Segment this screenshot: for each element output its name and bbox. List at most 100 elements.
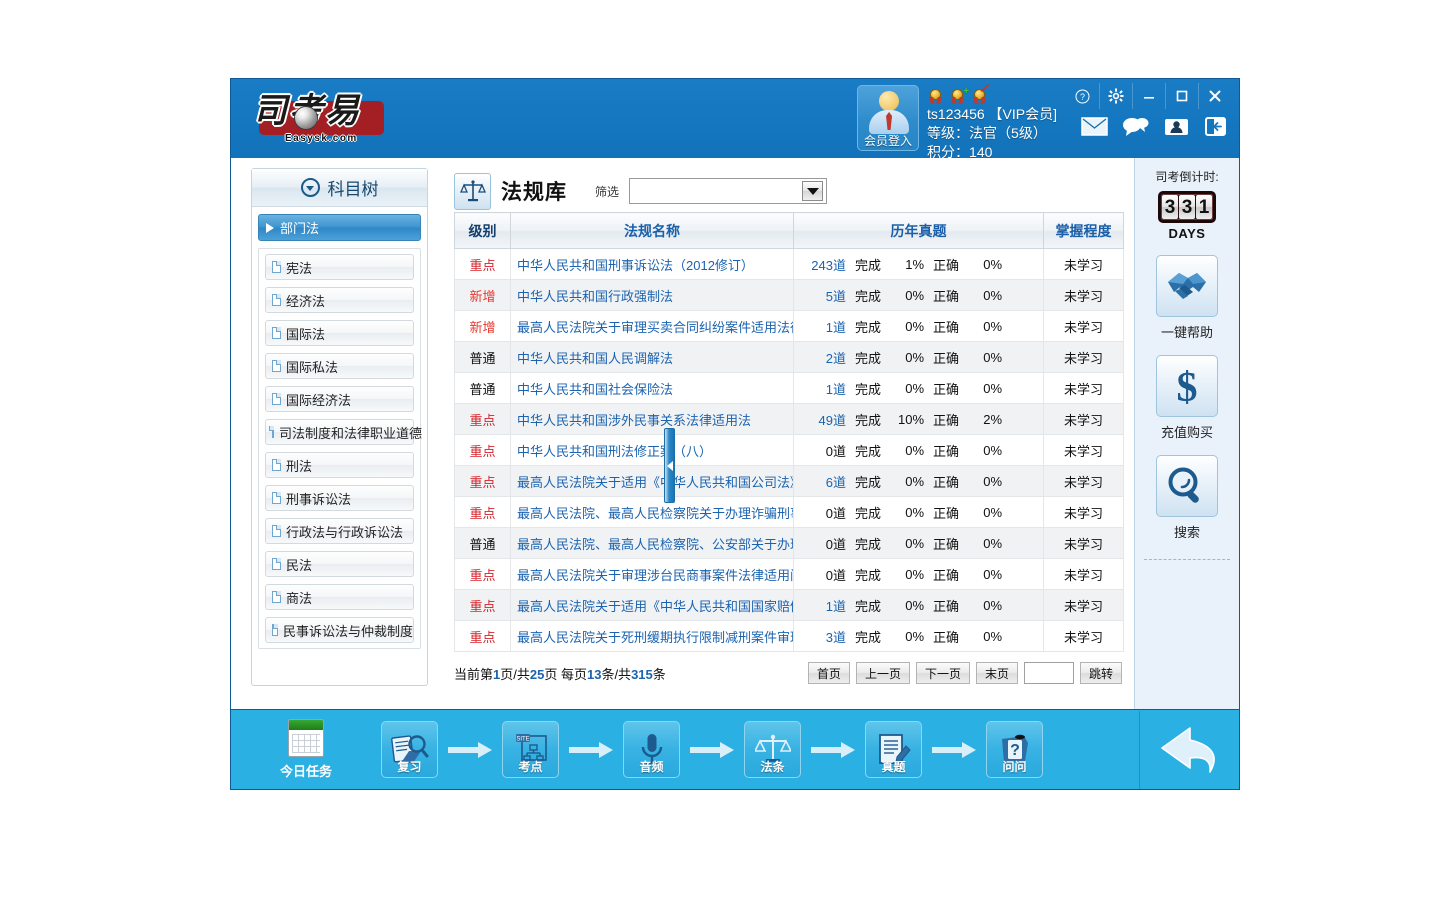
document-icon [272,360,281,372]
step-audio-button[interactable]: 音频 [623,721,680,778]
table-row[interactable]: 新增 最高人民法院关于审理买卖合同纠纷案件适用法律问题 1道完成 0% 正确 0% 未学习 [454,310,1124,342]
table-row[interactable]: 重点 最高人民法院关于适用《中华人民共和国公司法》若干 6道完成 0% 正确 0% 未学习 [454,465,1124,497]
sidebar-item-economic-law[interactable]: 经济法 [265,287,414,313]
question-count[interactable]: 1道 [800,379,846,398]
correct-percent: 0% [983,504,1003,520]
chat-icon[interactable] [1122,116,1149,138]
table-row[interactable]: 普通 最高人民法院、最高人民检察院、公安部关于办理侵犯 0道完成 0% 正确 0% 未学习 [454,527,1124,559]
sidebar-group-departmental-law[interactable]: 部门法 [258,214,421,241]
law-name-link[interactable]: 最高人民法院、最高人民检察院关于办理诈骗刑事案件 [517,506,793,521]
next-page-button[interactable]: 下一页 [915,662,970,684]
column-header-name[interactable]: 法规名称 [510,212,794,249]
mail-icon[interactable] [1081,116,1108,138]
column-header-quiz[interactable]: 历年真题 [793,212,1044,249]
law-name-link[interactable]: 最高人民法院关于审理买卖合同纠纷案件适用法律问题 [517,320,793,335]
last-page-button[interactable]: 末页 [975,662,1018,684]
law-name-link[interactable]: 中华人民共和国人民调解法 [517,351,673,366]
settings-button[interactable] [1099,83,1132,109]
law-name-link[interactable]: 中华人民共和国社会保险法 [517,382,673,397]
law-name-link[interactable]: 中华人民共和国刑法修正案（八） [517,444,712,459]
logo-pearl [295,107,317,129]
level-badge: 重点 [469,505,496,521]
page-info-mid3: 条/共 [601,666,632,682]
sidebar-collapse-handle[interactable] [664,428,675,503]
sidebar-item-international-economic-law[interactable]: 国际经济法 [265,386,414,412]
minimize-button[interactable] [1132,83,1165,109]
member-login-button[interactable]: 会员登入 [857,85,920,151]
recharge-purchase-action[interactable]: $ 充值购买 [1156,355,1218,441]
sidebar-item-civil-law[interactable]: 民法 [265,551,414,577]
table-row[interactable]: 重点 中华人民共和国涉外民事关系法律适用法 49道 完成 10% 正确 2% 未学习 [454,403,1124,435]
question-count[interactable]: 1道 [800,596,846,615]
sidebar-item-criminal-law[interactable]: 刑法 [265,452,414,478]
contacts-icon[interactable] [1163,116,1190,138]
done-label: 完成 [855,443,882,459]
sidebar-item-constitution[interactable]: 宪法 [265,254,414,280]
table-row[interactable]: 新增 中华人民共和国行政强制法 5道 完成 0% 正确 0% 未学习 [454,279,1124,311]
document-icon [272,492,281,504]
done-percent: 0% [905,380,925,396]
logout-icon[interactable] [1204,116,1231,138]
one-key-help-action[interactable]: 一键帮助 [1156,255,1218,341]
question-count[interactable]: 2道 [800,348,846,367]
question-count[interactable]: 5道 [800,286,846,305]
cell-past-exams: 1道 完成 0% 正确 0% [793,589,1044,621]
filter-dropdown[interactable] [629,178,828,204]
table-row[interactable]: 重点 最高人民法院关于审理涉台民商事案件法律适用问题的 0道完成 0% 正确 0% 未学习 [454,558,1124,590]
search-action[interactable]: 搜索 [1156,455,1218,541]
sidebar-item-private-international-law[interactable]: 国际私法 [265,353,414,379]
column-header-level[interactable]: 级别 [454,212,511,249]
law-name-link[interactable]: 中华人民共和国刑事诉讼法（2012修订） [517,258,754,273]
question-count[interactable]: 3道 [800,627,846,646]
step-statutes-button[interactable]: 法条 [744,721,801,778]
subject-tree-header[interactable]: 科目树 [252,169,427,207]
close-button[interactable] [1198,83,1231,109]
law-name-link[interactable]: 最高人民法院关于适用《中华人民共和国公司法》若干 [517,475,793,490]
sidebar-item-international-law[interactable]: 国际法 [265,320,414,346]
step-review-button[interactable]: 复习 [381,721,438,778]
table-row[interactable]: 重点 最高人民法院关于死刑缓期执行限制减刑案件审理程序 3道完成 0% 正确 0% 未学习 [454,620,1124,652]
question-count[interactable]: 243道 [800,255,846,274]
sidebar-item-civil-procedure-arbitration[interactable]: 民事诉讼法与仲裁制度 [265,617,414,643]
prev-page-button[interactable]: 上一页 [855,662,910,684]
help-button[interactable]: ? [1066,83,1099,109]
law-name-link[interactable]: 中华人民共和国涉外民事关系法律适用法 [517,413,751,428]
step-ask-button[interactable]: ? 问问 [986,721,1043,778]
step-past-exams-button[interactable]: 真题 [865,721,922,778]
table-row[interactable]: 重点 最高人民法院关于适用《中华人民共和国国家赔偿法》 1道完成 0% 正确 0% 未学习 [454,589,1124,621]
document-icon [272,591,281,603]
cell-mastery: 未学习 [1043,496,1124,528]
cell-mastery: 未学习 [1043,620,1124,652]
back-button[interactable] [1139,710,1239,789]
today-task-button[interactable]: 今日任务 [231,719,381,780]
law-name-link[interactable]: 中华人民共和国行政强制法 [517,289,673,304]
law-table-body: 重点 中华人民共和国刑事诉讼法（2012修订） 243道 完成 1% 正确 0% 未学习 新增中… [454,248,1124,652]
table-row[interactable]: 重点 中华人民共和国刑事诉讼法（2012修订） 243道 完成 1% 正确 0% 未学习 [454,248,1124,280]
table-row[interactable]: 普通 中华人民共和国人民调解法 2道 完成 0% 正确 0% 未学习 [454,341,1124,373]
correct-label: 正确 [933,319,960,335]
correct-percent: 0% [983,287,1003,303]
sidebar-item-label: 刑事诉讼法 [286,491,352,507]
step-exam-points-button[interactable]: SITE 考点 [502,721,559,778]
sidebar-item-commercial-law[interactable]: 商法 [265,584,414,610]
sidebar-item-judicial-system-ethics[interactable]: 司法制度和法律职业道德 [265,419,422,445]
question-count[interactable]: 1道 [800,317,846,336]
question-count[interactable]: 6道 [800,472,846,491]
first-page-button[interactable]: 首页 [807,662,850,684]
level-badge: 普通 [469,536,496,552]
sidebar-item-administrative-law[interactable]: 行政法与行政诉讼法 [265,518,414,544]
jump-button[interactable]: 跳转 [1079,662,1122,684]
maximize-button[interactable] [1165,83,1198,109]
table-row[interactable]: 重点 最高人民法院、最高人民检察院关于办理诈骗刑事案件 0道完成 0% 正确 0% 未学习 [454,496,1124,528]
law-name-link[interactable]: 最高人民法院关于适用《中华人民共和国国家赔偿法》 [517,599,793,614]
table-row[interactable]: 普通 中华人民共和国社会保险法 1道 完成 0% 正确 0% 未学习 [454,372,1124,404]
sidebar-item-criminal-procedure-law[interactable]: 刑事诉讼法 [265,485,414,511]
question-count[interactable]: 49道 [800,410,846,429]
correct-percent: 0% [983,566,1003,582]
table-row[interactable]: 重点 中华人民共和国刑法修正案（八） 0道 完成 0% 正确 0% 未学习 [454,434,1124,466]
law-name-link[interactable]: 最高人民法院关于死刑缓期执行限制减刑案件审理程序 [517,630,793,645]
law-name-link[interactable]: 最高人民法院、最高人民检察院、公安部关于办理侵犯 [517,537,793,552]
page-jump-input[interactable] [1023,662,1074,684]
law-name-link[interactable]: 最高人民法院关于审理涉台民商事案件法律适用问题的 [517,568,793,583]
column-header-grade[interactable]: 掌握程度 [1043,212,1124,249]
